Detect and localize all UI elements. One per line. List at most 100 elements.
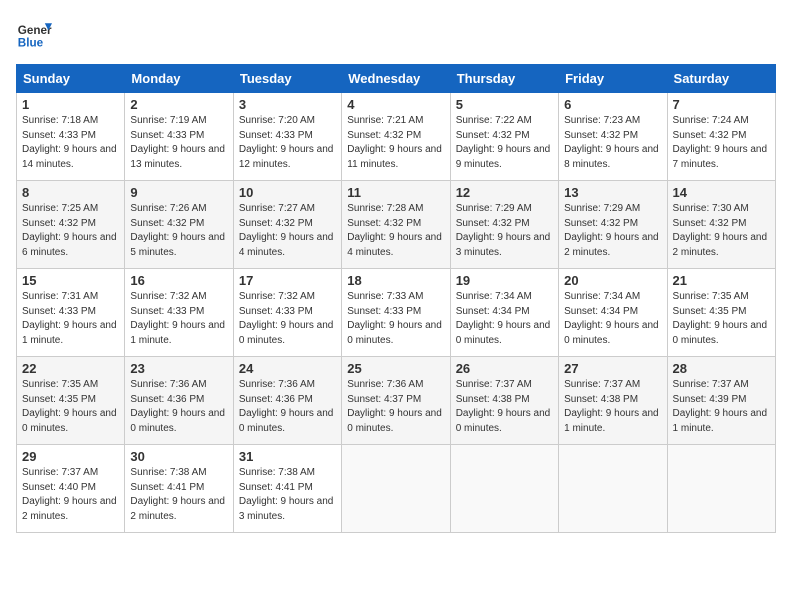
day-info: Sunrise: 7:29 AM Sunset: 4:32 PM Dayligh… xyxy=(564,202,661,260)
calendar-cell: 16 Sunrise: 7:32 AM Sunset: 4:33 PM Dayl… xyxy=(125,269,233,357)
day-info: Sunrise: 7:29 AM Sunset: 4:32 PM Dayligh… xyxy=(456,202,553,260)
calendar-week-row: 1 Sunrise: 7:18 AM Sunset: 4:33 PM Dayli… xyxy=(17,93,776,181)
calendar-cell: 19 Sunrise: 7:34 AM Sunset: 4:34 PM Dayl… xyxy=(450,269,558,357)
day-info: Sunrise: 7:36 AM Sunset: 4:36 PM Dayligh… xyxy=(239,378,336,436)
day-info: Sunrise: 7:23 AM Sunset: 4:32 PM Dayligh… xyxy=(564,114,661,172)
day-info: Sunrise: 7:25 AM Sunset: 4:32 PM Dayligh… xyxy=(22,202,119,260)
calendar-cell: 13 Sunrise: 7:29 AM Sunset: 4:32 PM Dayl… xyxy=(559,181,667,269)
calendar-cell xyxy=(342,445,450,533)
calendar-cell: 18 Sunrise: 7:33 AM Sunset: 4:33 PM Dayl… xyxy=(342,269,450,357)
logo-icon: General Blue xyxy=(16,16,52,52)
day-number: 19 xyxy=(456,273,553,288)
day-info: Sunrise: 7:34 AM Sunset: 4:34 PM Dayligh… xyxy=(564,290,661,348)
day-info: Sunrise: 7:34 AM Sunset: 4:34 PM Dayligh… xyxy=(456,290,553,348)
day-info: Sunrise: 7:26 AM Sunset: 4:32 PM Dayligh… xyxy=(130,202,227,260)
day-number: 11 xyxy=(347,185,444,200)
calendar-week-row: 8 Sunrise: 7:25 AM Sunset: 4:32 PM Dayli… xyxy=(17,181,776,269)
svg-text:Blue: Blue xyxy=(18,37,44,50)
day-number: 1 xyxy=(22,97,119,112)
day-info: Sunrise: 7:22 AM Sunset: 4:32 PM Dayligh… xyxy=(456,114,553,172)
day-number: 29 xyxy=(22,449,119,464)
day-info: Sunrise: 7:19 AM Sunset: 4:33 PM Dayligh… xyxy=(130,114,227,172)
calendar-cell: 26 Sunrise: 7:37 AM Sunset: 4:38 PM Dayl… xyxy=(450,357,558,445)
calendar-cell: 1 Sunrise: 7:18 AM Sunset: 4:33 PM Dayli… xyxy=(17,93,125,181)
calendar-cell: 15 Sunrise: 7:31 AM Sunset: 4:33 PM Dayl… xyxy=(17,269,125,357)
calendar-cell: 6 Sunrise: 7:23 AM Sunset: 4:32 PM Dayli… xyxy=(559,93,667,181)
calendar-cell: 4 Sunrise: 7:21 AM Sunset: 4:32 PM Dayli… xyxy=(342,93,450,181)
calendar-body: 1 Sunrise: 7:18 AM Sunset: 4:33 PM Dayli… xyxy=(17,93,776,533)
day-number: 9 xyxy=(130,185,227,200)
calendar-cell: 3 Sunrise: 7:20 AM Sunset: 4:33 PM Dayli… xyxy=(233,93,341,181)
calendar-cell xyxy=(559,445,667,533)
day-info: Sunrise: 7:37 AM Sunset: 4:39 PM Dayligh… xyxy=(673,378,770,436)
calendar-cell: 14 Sunrise: 7:30 AM Sunset: 4:32 PM Dayl… xyxy=(667,181,775,269)
day-number: 10 xyxy=(239,185,336,200)
day-number: 25 xyxy=(347,361,444,376)
day-info: Sunrise: 7:36 AM Sunset: 4:37 PM Dayligh… xyxy=(347,378,444,436)
day-number: 16 xyxy=(130,273,227,288)
day-info: Sunrise: 7:20 AM Sunset: 4:33 PM Dayligh… xyxy=(239,114,336,172)
weekday-header-row: SundayMondayTuesdayWednesdayThursdayFrid… xyxy=(17,65,776,93)
day-number: 24 xyxy=(239,361,336,376)
day-number: 12 xyxy=(456,185,553,200)
calendar-cell: 28 Sunrise: 7:37 AM Sunset: 4:39 PM Dayl… xyxy=(667,357,775,445)
calendar-cell: 24 Sunrise: 7:36 AM Sunset: 4:36 PM Dayl… xyxy=(233,357,341,445)
day-number: 8 xyxy=(22,185,119,200)
calendar-cell: 5 Sunrise: 7:22 AM Sunset: 4:32 PM Dayli… xyxy=(450,93,558,181)
weekday-header-friday: Friday xyxy=(559,65,667,93)
calendar-cell: 21 Sunrise: 7:35 AM Sunset: 4:35 PM Dayl… xyxy=(667,269,775,357)
day-number: 23 xyxy=(130,361,227,376)
day-info: Sunrise: 7:35 AM Sunset: 4:35 PM Dayligh… xyxy=(22,378,119,436)
day-info: Sunrise: 7:21 AM Sunset: 4:32 PM Dayligh… xyxy=(347,114,444,172)
day-number: 7 xyxy=(673,97,770,112)
calendar-cell: 7 Sunrise: 7:24 AM Sunset: 4:32 PM Dayli… xyxy=(667,93,775,181)
day-number: 14 xyxy=(673,185,770,200)
day-number: 21 xyxy=(673,273,770,288)
day-number: 5 xyxy=(456,97,553,112)
day-info: Sunrise: 7:35 AM Sunset: 4:35 PM Dayligh… xyxy=(673,290,770,348)
weekday-header-thursday: Thursday xyxy=(450,65,558,93)
day-number: 4 xyxy=(347,97,444,112)
day-info: Sunrise: 7:38 AM Sunset: 4:41 PM Dayligh… xyxy=(130,466,227,524)
day-number: 6 xyxy=(564,97,661,112)
calendar-week-row: 29 Sunrise: 7:37 AM Sunset: 4:40 PM Dayl… xyxy=(17,445,776,533)
day-info: Sunrise: 7:32 AM Sunset: 4:33 PM Dayligh… xyxy=(239,290,336,348)
calendar-week-row: 22 Sunrise: 7:35 AM Sunset: 4:35 PM Dayl… xyxy=(17,357,776,445)
day-info: Sunrise: 7:27 AM Sunset: 4:32 PM Dayligh… xyxy=(239,202,336,260)
calendar-cell: 20 Sunrise: 7:34 AM Sunset: 4:34 PM Dayl… xyxy=(559,269,667,357)
day-number: 18 xyxy=(347,273,444,288)
day-info: Sunrise: 7:37 AM Sunset: 4:40 PM Dayligh… xyxy=(22,466,119,524)
calendar-week-row: 15 Sunrise: 7:31 AM Sunset: 4:33 PM Dayl… xyxy=(17,269,776,357)
weekday-header-saturday: Saturday xyxy=(667,65,775,93)
day-number: 28 xyxy=(673,361,770,376)
calendar-cell: 9 Sunrise: 7:26 AM Sunset: 4:32 PM Dayli… xyxy=(125,181,233,269)
calendar-cell: 8 Sunrise: 7:25 AM Sunset: 4:32 PM Dayli… xyxy=(17,181,125,269)
day-number: 27 xyxy=(564,361,661,376)
calendar-cell: 17 Sunrise: 7:32 AM Sunset: 4:33 PM Dayl… xyxy=(233,269,341,357)
day-info: Sunrise: 7:33 AM Sunset: 4:33 PM Dayligh… xyxy=(347,290,444,348)
calendar-cell: 23 Sunrise: 7:36 AM Sunset: 4:36 PM Dayl… xyxy=(125,357,233,445)
logo: General Blue xyxy=(16,16,52,52)
calendar-cell: 31 Sunrise: 7:38 AM Sunset: 4:41 PM Dayl… xyxy=(233,445,341,533)
calendar-cell: 30 Sunrise: 7:38 AM Sunset: 4:41 PM Dayl… xyxy=(125,445,233,533)
weekday-header-monday: Monday xyxy=(125,65,233,93)
day-info: Sunrise: 7:32 AM Sunset: 4:33 PM Dayligh… xyxy=(130,290,227,348)
day-number: 15 xyxy=(22,273,119,288)
calendar-cell: 10 Sunrise: 7:27 AM Sunset: 4:32 PM Dayl… xyxy=(233,181,341,269)
day-number: 13 xyxy=(564,185,661,200)
weekday-header-wednesday: Wednesday xyxy=(342,65,450,93)
header: General Blue xyxy=(16,16,776,52)
day-number: 31 xyxy=(239,449,336,464)
day-number: 22 xyxy=(22,361,119,376)
calendar-cell: 27 Sunrise: 7:37 AM Sunset: 4:38 PM Dayl… xyxy=(559,357,667,445)
calendar-cell: 22 Sunrise: 7:35 AM Sunset: 4:35 PM Dayl… xyxy=(17,357,125,445)
day-number: 30 xyxy=(130,449,227,464)
day-info: Sunrise: 7:28 AM Sunset: 4:32 PM Dayligh… xyxy=(347,202,444,260)
day-info: Sunrise: 7:24 AM Sunset: 4:32 PM Dayligh… xyxy=(673,114,770,172)
weekday-header-tuesday: Tuesday xyxy=(233,65,341,93)
day-number: 2 xyxy=(130,97,227,112)
day-info: Sunrise: 7:31 AM Sunset: 4:33 PM Dayligh… xyxy=(22,290,119,348)
day-number: 3 xyxy=(239,97,336,112)
day-number: 20 xyxy=(564,273,661,288)
day-info: Sunrise: 7:38 AM Sunset: 4:41 PM Dayligh… xyxy=(239,466,336,524)
